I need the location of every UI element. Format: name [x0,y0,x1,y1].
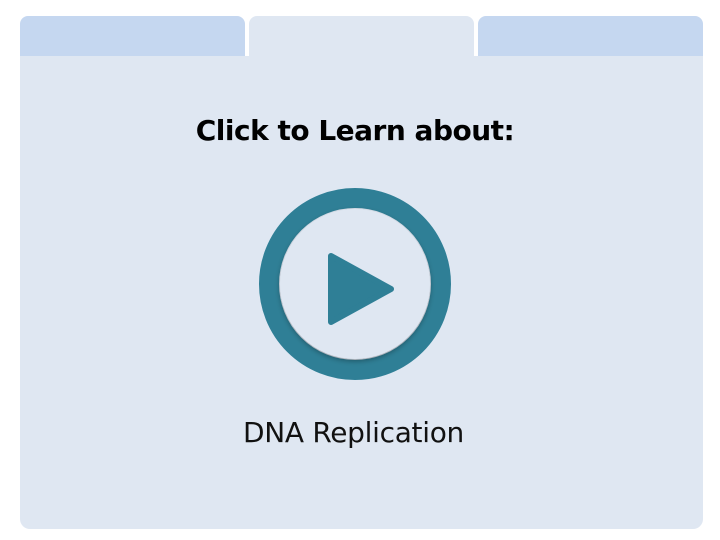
active-tab-connector [249,50,474,60]
lesson-card: Click to Learn about: DNA Replication [0,0,720,540]
play-circle-icon [259,188,451,380]
play-button[interactable] [257,186,453,382]
tab-3[interactable] [478,16,703,56]
page-title: Click to Learn about: [195,114,515,147]
topic-label[interactable]: DNA Replication [0,416,707,449]
tab-1[interactable] [20,16,245,56]
